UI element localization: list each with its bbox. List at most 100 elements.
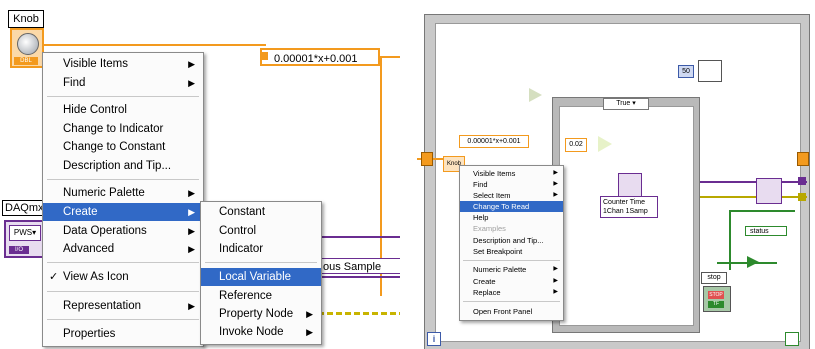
menu-item-label: Help [473,213,489,222]
menu-item-change-to-indicator[interactable]: Change to Indicator [43,120,203,138]
stop-label: stop [701,272,727,284]
menu-item-properties[interactable]: Properties [43,325,203,343]
submenu-arrow-icon: ▶ [553,192,558,198]
submenu-arrow-icon: ▶ [553,181,558,187]
submenu-arrow-icon: ▶ [188,226,195,236]
menu-item-label: Hide Control [63,104,127,116]
numeric-constant-50[interactable]: 50 [678,65,694,78]
menu-item-label: Replace [473,288,501,297]
menu-item-label: Find [473,180,488,189]
menu-separator [205,262,317,263]
menu-item-label: Constant [219,206,266,218]
counter-time-selector[interactable]: Counter Time 1Chan 1Samp [600,196,658,218]
menu-item-description-and-tip[interactable]: Description and Tip... [43,157,203,175]
counter-line-1: Counter Time [603,199,646,206]
menu-item-label: View As Icon [63,271,129,283]
menu-item-label: Data Operations [63,225,147,237]
menu-item-label: Numeric Palette [63,187,145,199]
knob-label: Knob [8,10,44,28]
menu-separator [47,262,199,263]
menu-item-numeric-palette[interactable]: Numeric Palette ▶ [43,184,203,202]
wait-timer-icon[interactable] [698,60,722,82]
status-indicator: status [745,226,787,236]
menu-item-label: Open Front Panel [473,307,533,316]
submenu-arrow-icon: ▶ [188,244,195,254]
menu-item-data-operations[interactable]: Data Operations ▶ [43,222,203,240]
left-block-diagram-panel: Knob DBL 0.00001*x+0.001 DAQmx PWS▾ I/O … [0,0,400,349]
sample-mode-label: ous Sample [318,258,400,274]
knob-type-label: DBL [14,57,38,65]
submenu-arrow-icon: ▶ [188,59,195,69]
knob-dial-icon [17,33,39,55]
info-icon[interactable]: i [427,332,441,346]
left-tunnel [421,152,433,166]
submenu-item-control[interactable]: Control [201,222,321,240]
menu-item-hide-control[interactable]: Hide Control [43,101,203,119]
menu-item-open-front-panel[interactable]: Open Front Panel [460,306,563,317]
stop-button[interactable]: STOP TF [703,286,731,312]
submenu-item-property-node[interactable]: Property Node ▶ [201,305,321,323]
formula-node[interactable]: 0.00001*x+0.001 [260,48,380,66]
daqmx-property-node[interactable] [618,173,642,197]
submenu-arrow-icon: ▶ [188,207,195,217]
menu-item-label: Description and Tip... [473,236,544,245]
menu-item-create[interactable]: Create ▶ [43,203,203,221]
menu-item-label: Find [63,77,86,89]
daqmx-read-node[interactable] [756,178,782,204]
menu-separator [47,319,199,320]
menu-item-view-as-icon[interactable]: ✓ View As Icon [43,268,203,286]
case-selector[interactable]: True ▾ [603,98,649,110]
menu-separator [47,96,199,97]
menu-item-visible-items[interactable]: Visible Items ▶ [43,55,203,73]
menu-item-set-breakpoint[interactable]: Set Breakpoint [460,246,563,257]
or-node-icon[interactable] [747,256,759,268]
menu-item-label: Examples [473,224,506,233]
menu-separator [47,291,199,292]
daqmx-inner-text: PWS [13,228,33,237]
submenu-item-constant[interactable]: Constant [201,203,321,221]
knob-wire [40,44,266,46]
menu-item-description-and-tip[interactable]: Description and Tip... [460,235,563,246]
knob-terminal[interactable]: DBL [10,28,44,68]
dropdown-icon: ▾ [32,228,37,237]
menu-item-label: Numeric Palette [473,265,527,274]
menu-item-change-to-read[interactable]: Change To Read [460,201,563,212]
menu-item-representation[interactable]: Representation ▶ [43,297,203,315]
counter-line-2: 1Chan 1Samp [603,208,648,215]
submenu-arrow-icon: ▶ [553,170,558,176]
menu-item-label: Description and Tip... [63,160,172,172]
menu-item-label: Select Item [473,191,511,200]
checkmark-icon: ✓ [49,271,59,283]
submenu-item-local-variable[interactable]: Local Variable [201,268,321,286]
multiply-node-icon[interactable] [598,136,612,152]
submenu-item-reference[interactable]: Reference [201,287,321,305]
menu-item-replace[interactable]: Replace ▶ [460,287,563,298]
menu-item-numeric-palette[interactable]: Numeric Palette ▶ [460,264,563,275]
right-block-diagram-panel: 50 True ▾ 0.00001*x+0.001 Knob 0.02 Coun… [417,0,815,349]
menu-separator [463,260,560,261]
context-menu-small: Visible Items ▶ Find ▶ Select Item ▶ Change… [459,165,564,321]
menu-item-change-to-constant[interactable]: Change to Constant [43,138,203,156]
menu-item-advanced[interactable]: Advanced ▶ [43,240,203,258]
compare-node-icon[interactable] [529,88,542,102]
menu-item-find[interactable]: Find ▶ [43,74,203,92]
menu-item-label: Create [473,277,496,286]
menu-item-label: Visible Items [473,169,516,178]
submenu-item-invoke-node[interactable]: Invoke Node ▶ [201,323,321,341]
menu-item-label: Properties [63,328,116,340]
submenu-arrow-icon: ▶ [553,266,558,272]
formula-node[interactable]: 0.00001*x+0.001 [459,135,529,148]
menu-item-visible-items[interactable]: Visible Items ▶ [460,168,563,179]
menu-item-help[interactable]: Help [460,212,563,223]
menu-item-create[interactable]: Create ▶ [460,276,563,287]
right-tunnel-3 [798,193,806,201]
numeric-constant-0-02[interactable]: 0.02 [565,138,587,152]
daqmx-inner: PWS▾ [9,225,41,241]
menu-item-select-item[interactable]: Select Item ▶ [460,190,563,201]
submenu-item-indicator[interactable]: Indicator [201,240,321,258]
submenu-arrow-icon: ▶ [306,309,313,319]
loop-condition-icon[interactable] [785,332,799,346]
menu-item-find[interactable]: Find ▶ [460,179,563,190]
menu-separator [463,301,560,302]
submenu-arrow-icon: ▶ [188,188,195,198]
